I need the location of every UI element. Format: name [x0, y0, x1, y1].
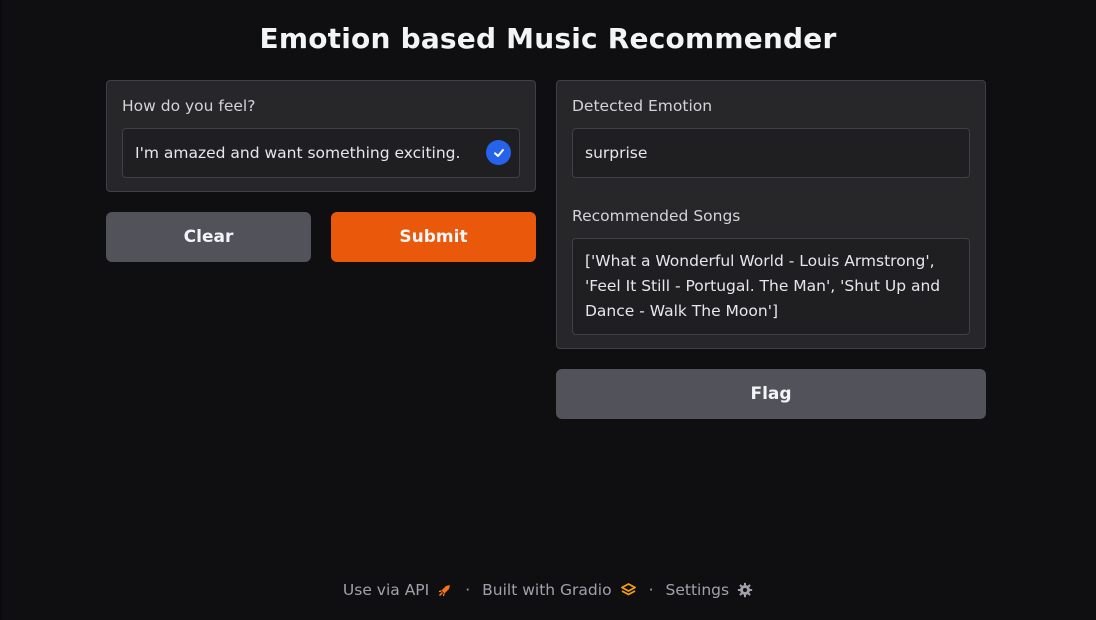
emotion-label: Detected Emotion: [572, 97, 713, 115]
checkmark-icon: [486, 140, 511, 165]
settings-label: Settings: [665, 581, 730, 599]
built-with-gradio-link[interactable]: Built with Gradio: [482, 581, 636, 599]
emotion-output-value: surprise: [585, 144, 648, 162]
feeling-input[interactable]: I'm amazed and want something exciting.: [122, 128, 520, 178]
rocket-icon: [437, 582, 453, 598]
songs-label: Recommended Songs: [572, 207, 741, 225]
footer: Use via API · Built with Gradio · Settin…: [2, 578, 1094, 602]
use-via-api-link[interactable]: Use via API: [343, 581, 453, 599]
gradio-logo-icon: [620, 582, 637, 598]
songs-output-value: ['What a Wonderful World - Louis Armstro…: [585, 252, 941, 320]
app-frame: Emotion based Music Recommender How do y…: [2, 0, 1096, 620]
gear-icon: [737, 582, 753, 598]
clear-button[interactable]: Clear: [106, 212, 311, 262]
flag-button[interactable]: Flag: [556, 369, 986, 419]
footer-separator: ·: [648, 581, 654, 599]
submit-button[interactable]: Submit: [331, 212, 536, 262]
page-title: Emotion based Music Recommender: [259, 22, 837, 55]
input-label: How do you feel?: [122, 97, 256, 115]
use-via-api-label: Use via API: [342, 581, 430, 599]
songs-output[interactable]: ['What a Wonderful World - Louis Armstro…: [572, 238, 970, 335]
footer-separator: ·: [465, 581, 471, 599]
emotion-output[interactable]: surprise: [572, 128, 970, 178]
built-with-gradio-label: Built with Gradio: [482, 581, 612, 599]
output-panel: Detected Emotion surprise Recommended So…: [556, 80, 986, 349]
settings-link[interactable]: Settings: [666, 581, 754, 599]
feeling-input-value: I'm amazed and want something exciting.: [135, 144, 461, 162]
input-panel: How do you feel? I'm amazed and want som…: [106, 80, 536, 192]
